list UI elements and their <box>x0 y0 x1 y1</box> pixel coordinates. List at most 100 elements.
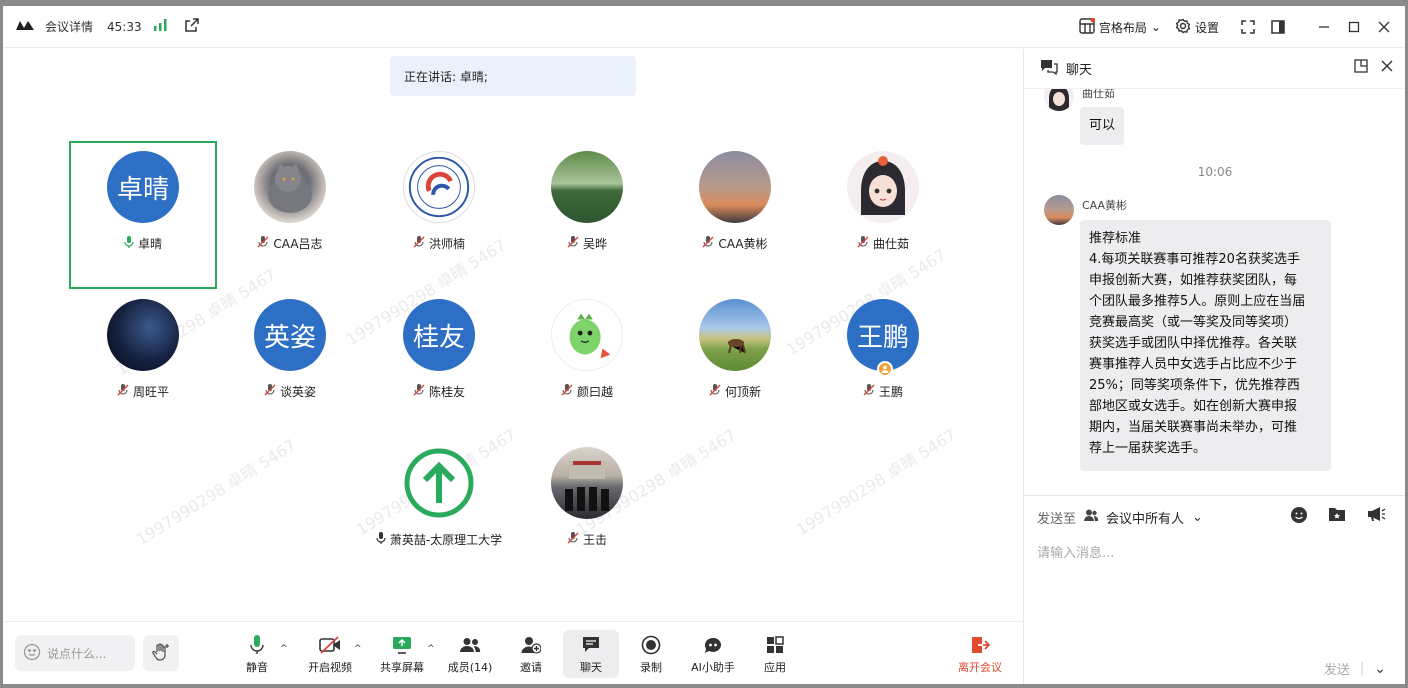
share-screen-button[interactable]: 共享屏幕 <box>377 630 427 678</box>
close-icon[interactable] <box>1369 12 1399 42</box>
members-icon <box>459 634 481 656</box>
raise-hand-button[interactable] <box>143 635 179 671</box>
participant-name: 周旺平 <box>132 385 169 399</box>
mic-on-icon <box>250 634 264 656</box>
meeting-details-link[interactable]: 会议详情 <box>45 18 93 35</box>
chat-title: 聊天 <box>1066 63 1093 78</box>
participant-name: 颜曰越 <box>576 385 613 399</box>
participant-tile[interactable]: 王鹏 王鹏 <box>809 289 957 437</box>
start-video-button[interactable]: 开启视频 <box>305 630 355 678</box>
chat-message-list[interactable]: 曲仕茹 可以 10:06 CAA黄彬 推荐标准 4.每项关联赛事可推荐20名获奖… <box>1024 89 1405 495</box>
mic-muted-icon <box>561 384 573 399</box>
participant-tile[interactable]: 卓晴 卓晴 <box>69 141 217 289</box>
chat-button[interactable]: 聊天 <box>563 630 619 678</box>
layout-button[interactable]: 宫格布局 ⌄ <box>1079 17 1161 37</box>
participant-tile[interactable]: CAA黄彬 <box>661 141 809 289</box>
send-to-label: 发送至 <box>1037 512 1077 527</box>
participant-tile[interactable]: 王击 <box>513 437 661 585</box>
chevron-down-icon: ⌄ <box>1192 510 1203 525</box>
mic-on-icon <box>124 236 134 251</box>
signal-icon[interactable] <box>152 18 168 35</box>
message-timestamp: 10:06 <box>1197 165 1233 179</box>
leave-meeting-label: 离开会议 <box>958 661 1002 674</box>
participant-tile[interactable]: 洪师楠 <box>365 141 513 289</box>
invite-label: 邀请 <box>520 661 542 674</box>
video-stage: 正在讲话: 卓晴; 19979902​98 卓晴 5467 19979902​9… <box>3 49 1023 621</box>
chat-bubbles-icon <box>1040 59 1058 79</box>
participant-name-row: CAA吕志 <box>216 235 364 252</box>
participant-name-row: 陈桂友 <box>365 383 513 400</box>
mic-muted-icon <box>117 384 129 399</box>
video-options-caret-icon[interactable]: ^ <box>354 644 362 654</box>
message-line: 个团队最多推荐5人。原则上应在当届 <box>1089 294 1306 309</box>
avatar: 卓晴 <box>107 151 179 223</box>
meeting-timer: 45:33 <box>107 19 142 34</box>
invite-button[interactable]: 邀请 <box>513 630 549 678</box>
host-badge-icon <box>877 361 893 377</box>
participant-name-row: 洪师楠 <box>365 235 513 252</box>
participant-name: 洪师楠 <box>428 237 465 251</box>
participant-name: 陈桂友 <box>428 385 465 399</box>
avatar: 桂友 <box>403 299 475 371</box>
participant-tile[interactable]: CAA吕志 <box>216 141 364 289</box>
message-bubble: 可以 <box>1080 107 1124 145</box>
mute-button[interactable]: 静音 <box>239 630 275 678</box>
participant-name: 萧英喆-太原理工大学 <box>389 533 503 547</box>
emoji-icon[interactable] <box>1290 506 1308 527</box>
mic-muted-icon <box>709 384 721 399</box>
popout-icon[interactable] <box>1354 59 1368 77</box>
participant-tile[interactable]: 周旺平 <box>69 289 217 437</box>
avatar <box>551 151 623 223</box>
minimize-icon[interactable] <box>1309 12 1339 42</box>
quick-comment-input[interactable]: 说点什么... <box>15 635 135 671</box>
ai-assistant-icon <box>702 634 724 656</box>
participant-name: 王鹏 <box>878 385 903 399</box>
ai-assistant-button[interactable]: AI小助手 <box>687 630 739 678</box>
maximize-icon[interactable] <box>1339 12 1369 42</box>
message-bubble: 推荐标准 4.每项关联赛事可推荐20名获奖选手 申报创新大赛，如推荐获奖团队，每… <box>1080 220 1331 471</box>
participant-tile[interactable]: 曲仕茹 <box>809 141 957 289</box>
avatar <box>254 151 326 223</box>
speaking-indicator: 正在讲话: 卓晴; <box>390 56 636 96</box>
apps-label: 应用 <box>764 661 786 674</box>
divider: | <box>1359 661 1365 676</box>
mic-muted-icon <box>257 236 269 251</box>
avatar <box>403 447 475 519</box>
participant-tile[interactable]: 颜曰越 <box>513 289 661 437</box>
message-input[interactable]: 请输入消息... <box>1037 542 1114 561</box>
mute-options-caret-icon[interactable]: ^ <box>280 644 288 654</box>
fullscreen-icon[interactable] <box>1233 12 1263 42</box>
participant-tile[interactable]: 吴晔 <box>513 141 661 289</box>
chevron-down-icon: ⌄ <box>1150 20 1161 34</box>
participant-tile[interactable]: 何顶新 <box>661 289 809 437</box>
sidebar-toggle-icon[interactable] <box>1263 12 1293 42</box>
meeting-window: 会议详情 45:33 宫格布局 ⌄ 设置 <box>3 6 1405 684</box>
share-screen-icon <box>392 634 412 656</box>
participant-name: 王击 <box>582 533 607 547</box>
message-line: 期内，当届关联赛事尚未举办，可推 <box>1089 420 1298 435</box>
chat-icon <box>581 634 601 656</box>
sender-name: 曲仕茹 <box>1082 89 1115 100</box>
close-chat-icon[interactable] <box>1380 59 1394 77</box>
share-options-caret-icon[interactable]: ^ <box>427 644 435 654</box>
file-folder-icon[interactable] <box>1328 506 1346 527</box>
quick-comment-placeholder: 说点什么... <box>47 646 107 661</box>
share-out-icon[interactable] <box>184 17 200 36</box>
leave-meeting-button[interactable]: 离开会议 <box>953 630 1007 678</box>
participant-name-row: CAA黄彬 <box>661 235 809 252</box>
record-button[interactable]: 录制 <box>633 630 669 678</box>
mic-muted-icon <box>413 236 425 251</box>
apps-button[interactable]: 应用 <box>757 630 793 678</box>
send-button[interactable]: 发送 <box>1324 659 1350 678</box>
participant-tile[interactable]: 英姿 谈英姿 <box>216 289 364 437</box>
send-options-chevron-icon[interactable]: ⌄ <box>1374 661 1386 677</box>
members-button[interactable]: 成员(14) <box>445 630 495 678</box>
share-screen-label: 共享屏幕 <box>380 661 424 674</box>
participant-name-row: 何顶新 <box>661 383 809 400</box>
send-to-selector[interactable]: 发送至 会议中所有人 ⌄ <box>1037 508 1203 527</box>
participant-name-row: 周旺平 <box>69 383 217 400</box>
participant-tile[interactable]: 萧英喆-太原理工大学 <box>365 437 513 585</box>
announcement-icon[interactable] <box>1366 506 1386 527</box>
settings-button[interactable]: 设置 <box>1175 18 1219 37</box>
participant-tile[interactable]: 桂友 陈桂友 <box>365 289 513 437</box>
